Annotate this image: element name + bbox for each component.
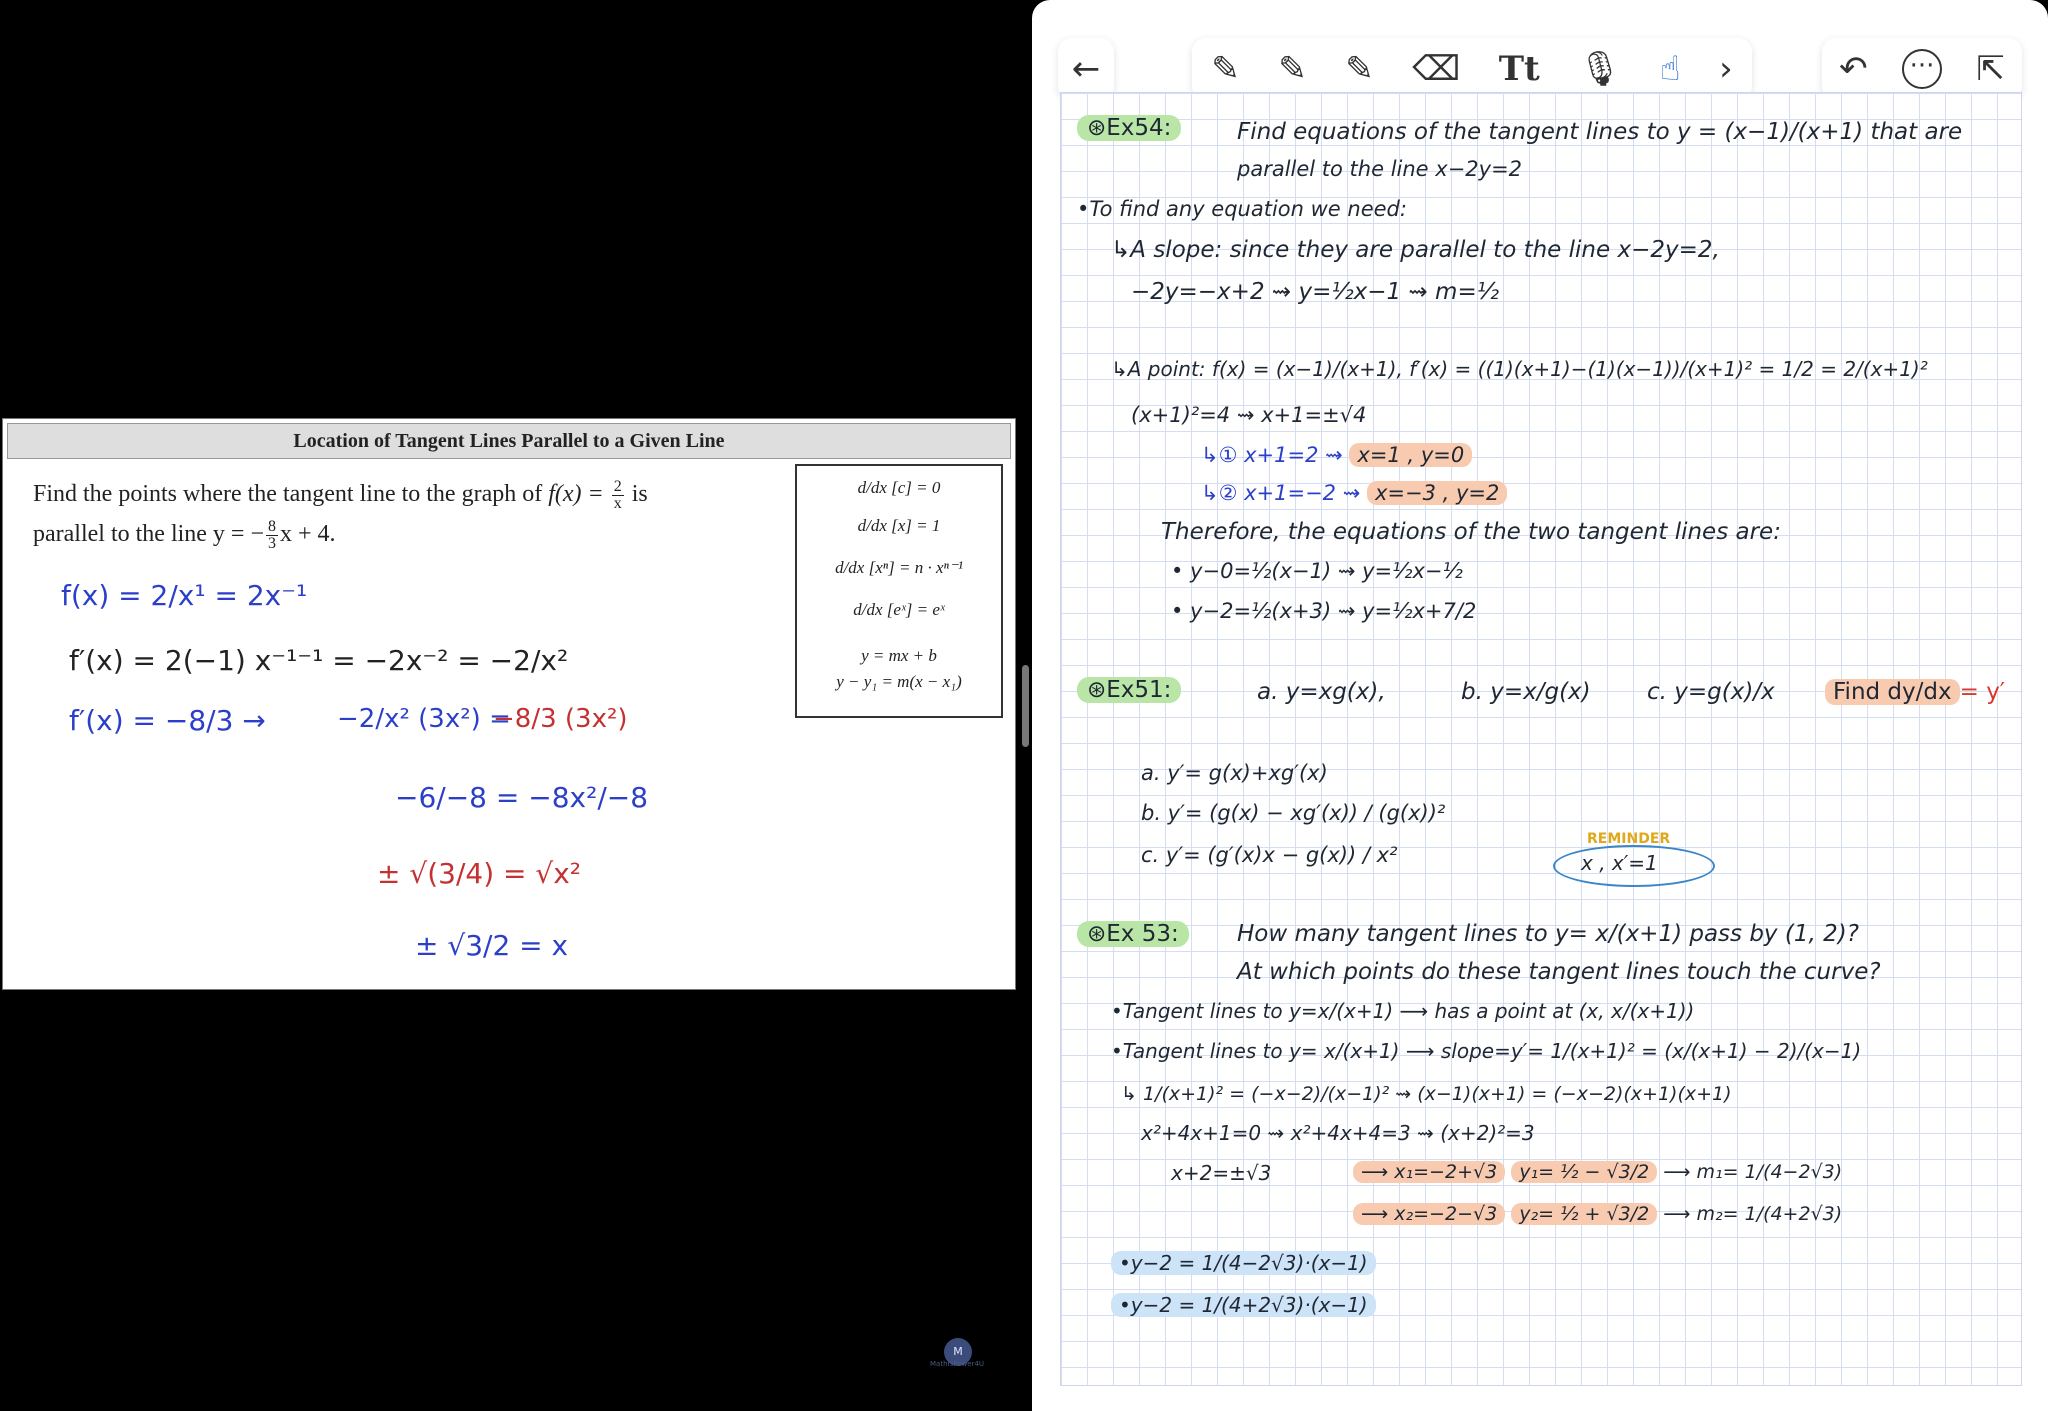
handwriting-line-5: ± √(3/4) = √x²: [377, 857, 582, 890]
ex51-find: Find dy/dx = y′: [1825, 679, 2005, 705]
ex54-question-1: Find equations of the tangent lines to y…: [1237, 119, 1963, 145]
split-view-handle[interactable]: [1022, 665, 1029, 747]
slide-title: Location of Tangent Lines Parallel to a …: [7, 423, 1011, 459]
back-button-pill: ←: [1058, 38, 1114, 100]
point-line: ↳A point: f(x) = (x−1)/(x+1), f′(x) = ((…: [1111, 357, 1928, 381]
tangent-line-4: x²+4x+1=0 ⇝ x²+4x+4=3 ⇝ (x+2)²=3: [1141, 1121, 1535, 1145]
watermark-text: MathIsPower4U: [930, 1360, 984, 1368]
ex51-part-a: a. y=xg(x),: [1257, 679, 1386, 705]
fraction: 2x: [611, 478, 624, 512]
tangent-line-2: •Tangent lines to y= x/(x+1) ⟶ slope=y′=…: [1111, 1039, 1862, 1063]
reminder-body: x , x′=1: [1581, 851, 1658, 875]
tangent-line-1: •Tangent lines to y=x/(x+1) ⟶ has a poin…: [1111, 999, 1695, 1023]
ex51-label: ⊛Ex51:: [1077, 677, 1182, 703]
more-options-icon[interactable]: ···: [1901, 49, 1942, 89]
pencil-icon[interactable]: ✎: [1278, 52, 1307, 86]
handwriting-line-4: −6/−8 = −8x²/−8: [395, 781, 649, 814]
point-calc: (x+1)²=4 ⇝ x+1=±√4: [1131, 403, 1367, 427]
ex53-label: ⊛Ex 53:: [1077, 921, 1189, 947]
handwriting-line-2: f′(x) = 2(−1) x⁻¹⁻¹ = −2x⁻² = −2/x²: [69, 644, 569, 677]
right-toolbar-pill: ↶ ··· ⇱: [1822, 38, 2022, 100]
lesson-slide: Location of Tangent Lines Parallel to a …: [2, 418, 1016, 990]
handwriting-line-1: f(x) = 2/x¹ = 2x⁻¹: [61, 579, 308, 612]
rule-x: d/dx [x] = 1: [857, 516, 941, 535]
handwriting-line-6: ± √3/2 = x: [415, 929, 569, 962]
ex54-question-2: parallel to the line x−2y=2: [1237, 157, 1523, 181]
export-icon[interactable]: ⇱: [1976, 52, 2005, 86]
rule-constant: d/dx [c] = 0: [857, 478, 941, 497]
ex51-part-b: b. y=x/g(x): [1461, 679, 1591, 705]
root-1: ⟶ x₁=−2+√3 y₁= ½ − √3/2 ⟶ m₁= 1/(4−2√3): [1353, 1161, 1842, 1183]
root-2: ⟶ x₂=−2−√3 y₂= ½ + √3/2 ⟶ m₂= 1/(4+2√3): [1353, 1203, 1842, 1225]
ex54-label: ⊛Ex54:: [1077, 115, 1182, 141]
ex51-answer-c: c. y′= (g′(x)x − g(x)) / x²: [1141, 843, 1398, 867]
slope-line: ↳A slope: since they are parallel to the…: [1111, 237, 1720, 263]
handwriting-line-3b: −2/x² (3x²) =: [337, 704, 511, 734]
eraser-icon[interactable]: ⌫: [1412, 52, 1460, 86]
microphone-icon[interactable]: 🎙: [1578, 52, 1621, 86]
handwriting-line-3: f′(x) = −8/3 →: [69, 704, 266, 737]
final-tangent-1: •y−2 = 1/(4−2√3)·(x−1): [1111, 1251, 1376, 1275]
hand-touch-icon[interactable]: ☝: [1660, 52, 1681, 86]
tool-palette: ✎ ✎ ✎ ⌫ Tt 🎙 ☝ ›: [1192, 38, 1752, 100]
text-tool-icon[interactable]: Tt: [1499, 52, 1540, 86]
ex51-part-c: c. y=g(x)/x: [1647, 679, 1775, 705]
point-slope-form: y − y₁ = m(x − x₁): [836, 672, 962, 691]
slope-calc: −2y=−x+2 ⇝ y=½x−1 ⇝ m=½: [1131, 279, 1500, 305]
final-tangent-2: •y−2 = 1/(4+2√3)·(x−1): [1111, 1293, 1376, 1317]
case-1: ↳① x+1=2 ⇝ x=1 , y=0: [1201, 443, 1473, 467]
ex53-question-1: How many tangent lines to y= x/(x+1) pas…: [1237, 921, 1859, 947]
handwriting-line-3c: −8/3 (3x²): [493, 704, 628, 734]
pen-icon[interactable]: ✎: [1211, 52, 1240, 86]
highlighter-icon[interactable]: ✎: [1345, 52, 1374, 86]
need-line: •To find any equation we need:: [1077, 197, 1407, 221]
rule-exponential: d/dx [eˣ] = eˣ: [853, 600, 945, 619]
ex51-answer-b: b. y′= (g(x) − xg′(x)) / (g(x))²: [1141, 801, 1446, 825]
chevron-right-icon[interactable]: ›: [1719, 52, 1733, 86]
therefore-line: Therefore, the equations of the two tang…: [1161, 519, 1781, 545]
tangent-line-5: x+2=±√3: [1171, 1161, 1272, 1185]
ex53-question-2: At which points do these tangent lines t…: [1237, 959, 1881, 985]
tangent-line-3: ↳ 1/(x+1)² = (−x−2)/(x−1)² ⇝ (x−1)(x+1) …: [1121, 1083, 1732, 1105]
ex51-answer-a: a. y′= g(x)+xg′(x): [1141, 761, 1328, 785]
derivative-rules-box: d/dx [c] = 0 d/dx [x] = 1 d/dx [xⁿ] = n …: [795, 464, 1003, 718]
video-pane: Location of Tangent Lines Parallel to a …: [0, 0, 1030, 1411]
slope-fraction: 83: [266, 518, 278, 552]
question-line-1: Find the points where the tangent line t…: [33, 478, 648, 512]
equation-1: • y−0=½(x−1) ⇝ y=½x−½: [1171, 559, 1463, 583]
note-canvas[interactable]: ⊛Ex54: Find equations of the tangent lin…: [1060, 92, 2022, 1386]
undo-icon[interactable]: ↶: [1839, 52, 1868, 86]
rule-power: d/dx [xⁿ] = n · xⁿ⁻¹: [835, 558, 963, 577]
notes-pane: ← ✎ ✎ ✎ ⌫ Tt 🎙 ☝ › ↶ ··· ⇱ ⊛Ex54: Find e…: [1032, 0, 2048, 1411]
slope-intercept-form: y = mx + b: [861, 646, 937, 665]
equation-2: • y−2=½(x+3) ⇝ y=½x+7/2: [1171, 599, 1477, 623]
case-2: ↳② x+1=−2 ⇝ x=−3 , y=2: [1201, 481, 1508, 505]
back-arrow-icon[interactable]: ←: [1072, 52, 1101, 86]
question-line-2: parallel to the line y = −8 3 x + 4.: [33, 518, 336, 552]
